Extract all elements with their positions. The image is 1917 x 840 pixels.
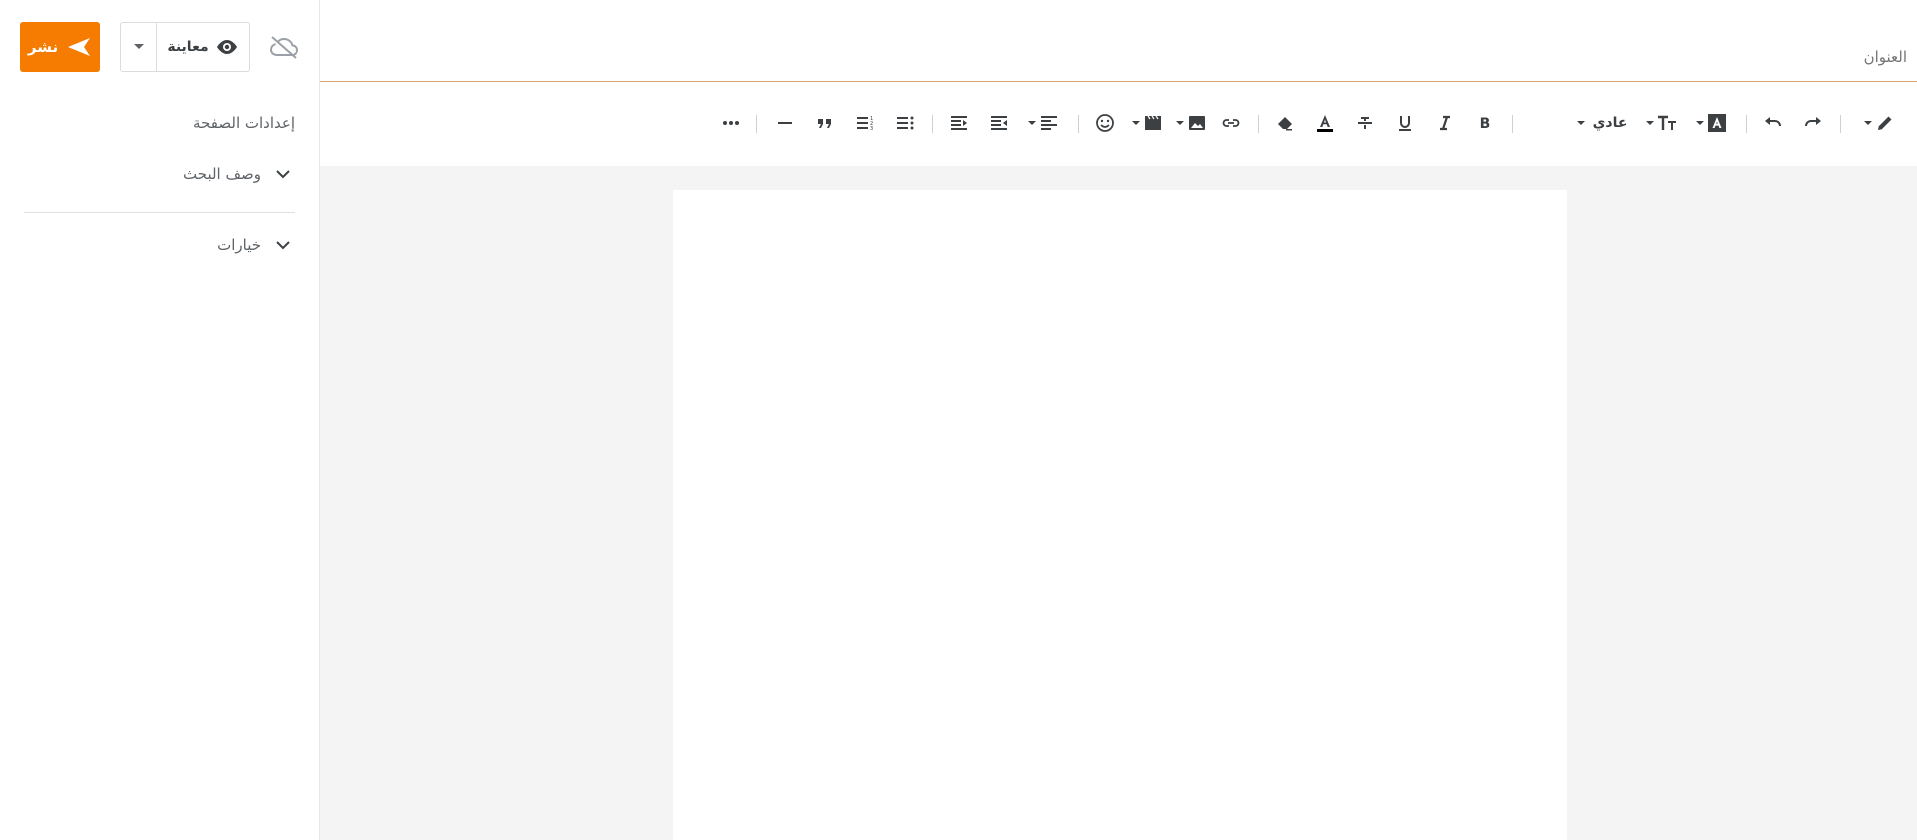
chevron-down-icon <box>276 170 290 179</box>
compose-mode-dropdown[interactable] <box>1858 108 1902 138</box>
italic-icon <box>1440 115 1450 131</box>
undo-icon <box>1765 117 1781 127</box>
preview-button[interactable]: معاينة <box>157 23 249 71</box>
editor-page[interactable] <box>673 190 1567 840</box>
undo-button[interactable] <box>1758 108 1788 138</box>
cloud-off-icon <box>269 36 299 59</box>
highlight-color-dropdown[interactable] <box>1690 108 1734 138</box>
underline-icon <box>1399 116 1411 131</box>
text-color-button[interactable] <box>1310 108 1340 138</box>
toolbar-separator <box>756 115 757 133</box>
send-icon <box>68 38 91 56</box>
eraser-icon <box>1278 117 1292 131</box>
strikethrough-icon <box>1358 117 1372 129</box>
insert-link-button[interactable] <box>1216 108 1246 138</box>
toolbar-separator <box>1746 115 1747 133</box>
align-icon <box>1041 116 1057 130</box>
redo-icon <box>1805 117 1821 127</box>
svg-text:B: B <box>1480 116 1491 132</box>
sidebar-item-label: وصف البحث <box>183 165 261 183</box>
bulleted-list-icon <box>897 116 914 130</box>
toolbar-separator <box>932 115 933 133</box>
toolbar-separator <box>1258 115 1259 133</box>
caret-down-icon <box>1576 121 1585 125</box>
editor-background <box>320 166 1917 840</box>
indent-button[interactable] <box>944 108 974 138</box>
sidebar-item-label: خيارات <box>217 236 261 254</box>
page-settings-title: إعدادات الصفحة <box>193 114 295 132</box>
eye-icon <box>216 40 237 54</box>
toolbar-separator <box>1512 115 1513 133</box>
font-size-dropdown[interactable] <box>1640 108 1684 138</box>
caret-down-icon <box>1132 121 1140 125</box>
paragraph-style-dropdown[interactable]: عادي <box>1570 108 1634 138</box>
underline-button[interactable] <box>1390 108 1420 138</box>
sidebar-divider <box>24 212 295 213</box>
outdent-button[interactable] <box>984 108 1014 138</box>
insert-image-dropdown[interactable] <box>1172 108 1212 138</box>
preview-label: معاينة <box>167 39 209 55</box>
caret-down-icon <box>1696 121 1704 125</box>
insert-video-dropdown[interactable] <box>1128 108 1168 138</box>
chevron-down-icon <box>276 241 290 250</box>
highlight-icon <box>1708 114 1726 132</box>
toolbar-separator <box>1840 115 1841 133</box>
numbered-list-icon: 123 <box>857 116 873 132</box>
publish-label: نشر <box>27 38 59 56</box>
outdent-icon <box>991 116 1007 130</box>
svg-text:3: 3 <box>870 126 873 132</box>
caret-down-icon <box>1176 121 1184 125</box>
text-color-icon <box>1317 115 1333 132</box>
more-options-button[interactable] <box>716 108 746 138</box>
emoji-button[interactable] <box>1090 108 1120 138</box>
more-horiz-icon <box>723 121 739 125</box>
caret-down-icon <box>1646 121 1654 125</box>
pencil-icon <box>1878 116 1892 130</box>
sidebar-item-options[interactable]: خيارات <box>171 236 291 254</box>
numbered-list-button[interactable]: 123 <box>850 108 880 138</box>
left-sidebar: نشر معاينة إعدادات الصفحة وصف البحث خيار… <box>0 0 320 840</box>
quote-icon <box>818 119 831 128</box>
link-icon <box>1222 119 1240 127</box>
alignment-dropdown[interactable] <box>1024 108 1064 138</box>
formatting-toolbar: 123 B عادي <box>320 82 1917 166</box>
emoji-icon <box>1096 114 1114 132</box>
title-input[interactable] <box>1307 48 1907 66</box>
indent-icon <box>951 116 967 130</box>
title-bar <box>320 0 1917 82</box>
sidebar-item-search-description[interactable]: وصف البحث <box>171 165 291 183</box>
preview-dropdown-button[interactable] <box>121 23 157 71</box>
quote-button[interactable] <box>810 108 840 138</box>
horizontal-rule-button[interactable] <box>770 108 800 138</box>
toolbar-separator <box>1078 115 1079 133</box>
strikethrough-button[interactable] <box>1350 108 1380 138</box>
clear-formatting-button[interactable] <box>1270 108 1300 138</box>
redo-button[interactable] <box>1798 108 1828 138</box>
caret-down-icon <box>1028 121 1036 125</box>
caret-down-icon <box>133 44 144 49</box>
italic-button[interactable] <box>1430 108 1460 138</box>
bulleted-list-button[interactable] <box>890 108 920 138</box>
horizontal-rule-icon <box>778 122 792 124</box>
image-icon <box>1189 116 1205 130</box>
bold-button[interactable]: B <box>1470 108 1500 138</box>
caret-down-icon <box>1864 121 1872 125</box>
font-size-icon <box>1658 115 1676 130</box>
bold-icon: B <box>1480 116 1491 132</box>
video-icon <box>1145 115 1161 130</box>
paragraph-style-label: عادي <box>1592 115 1628 131</box>
publish-button[interactable]: نشر <box>20 22 100 72</box>
preview-group: معاينة <box>120 22 250 72</box>
